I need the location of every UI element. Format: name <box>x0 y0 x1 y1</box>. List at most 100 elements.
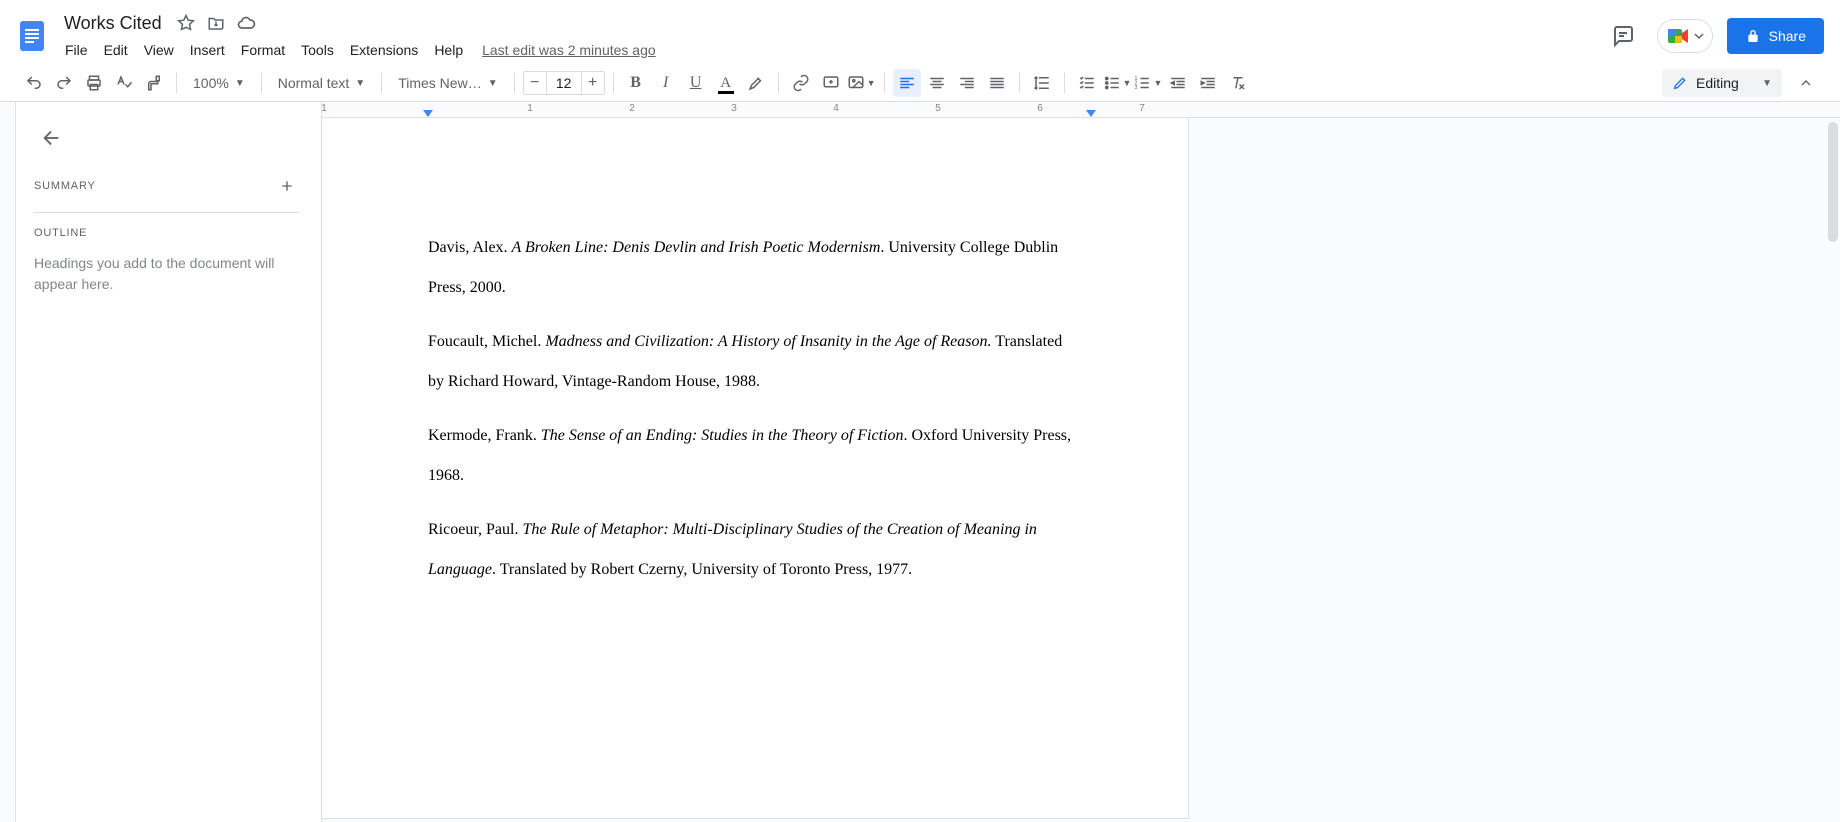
italic-button[interactable]: I <box>652 69 680 97</box>
redo-button[interactable] <box>50 69 78 97</box>
paragraph-style-value: Normal text <box>278 75 350 91</box>
indent-marker-right[interactable] <box>1086 110 1096 117</box>
svg-text:3: 3 <box>1135 85 1138 91</box>
arrow-left-icon <box>41 127 63 149</box>
menu-view[interactable]: View <box>137 38 181 62</box>
move-icon[interactable] <box>204 11 228 35</box>
summary-label: SUMMARY <box>34 180 96 192</box>
spellcheck-button[interactable] <box>110 69 138 97</box>
citation-author: Kermode, Frank. <box>428 427 541 444</box>
ruler-number: 4 <box>833 103 839 114</box>
menu-format[interactable]: Format <box>234 38 292 62</box>
comments-icon[interactable] <box>1603 16 1643 56</box>
document-page[interactable]: Davis, Alex. A Broken Line: Denis Devlin… <box>322 118 1188 818</box>
checklist-button[interactable] <box>1073 69 1101 97</box>
collapse-toolbar-button[interactable] <box>1792 69 1820 97</box>
align-justify-button[interactable] <box>983 69 1011 97</box>
underline-button[interactable]: U <box>682 69 710 97</box>
star-icon[interactable] <box>174 11 198 35</box>
align-center-button[interactable] <box>923 69 951 97</box>
citation-author: Foucault, Michel. <box>428 333 545 350</box>
menu-extensions[interactable]: Extensions <box>343 38 425 62</box>
menu-file[interactable]: File <box>58 38 95 62</box>
citation-entry[interactable]: Foucault, Michel. Madness and Civilizati… <box>428 322 1082 402</box>
undo-button[interactable] <box>20 69 48 97</box>
zoom-dropdown[interactable]: 100%▼ <box>185 69 253 97</box>
bulleted-list-button[interactable]: ▼ <box>1103 69 1132 97</box>
font-size-group: − + <box>523 71 605 95</box>
decrease-indent-button[interactable] <box>1164 69 1192 97</box>
outline-label: OUTLINE <box>34 227 299 239</box>
canvas[interactable]: 1 1 2 3 4 5 6 7 Davis, Alex. A Broken Line: Den… <box>322 102 1840 822</box>
vertical-ruler[interactable] <box>0 102 16 822</box>
insert-link-button[interactable] <box>787 69 815 97</box>
ruler-number: 7 <box>1139 103 1145 114</box>
ruler-number: 5 <box>935 103 941 114</box>
align-right-button[interactable] <box>953 69 981 97</box>
title-block: Works Cited File Edit View Insert Format… <box>58 11 656 62</box>
citation-title: Madness and Civilization: A History of I… <box>545 333 991 350</box>
ruler-number: 1 <box>322 103 327 114</box>
citation-entry[interactable]: Davis, Alex. A Broken Line: Denis Devlin… <box>428 228 1082 308</box>
citation-publication: . Translated by Robert Czerny, Universit… <box>492 561 912 578</box>
horizontal-ruler[interactable]: 1 1 2 3 4 5 6 7 <box>322 102 1840 118</box>
clear-formatting-button[interactable] <box>1224 69 1252 97</box>
last-edit-link[interactable]: Last edit was 2 minutes ago <box>482 42 656 58</box>
summary-heading: SUMMARY <box>34 164 299 208</box>
mode-dropdown[interactable]: Editing ▼ <box>1662 69 1782 97</box>
menu-help[interactable]: Help <box>427 38 470 62</box>
meet-icon <box>1666 24 1690 48</box>
menubar: File Edit View Insert Format Tools Exten… <box>58 38 656 62</box>
cloud-status-icon[interactable] <box>234 11 258 35</box>
pencil-icon <box>1672 75 1688 91</box>
mode-label: Editing <box>1696 75 1739 91</box>
font-family-dropdown[interactable]: Times New…▼ <box>390 69 505 97</box>
scrollbar-thumb[interactable] <box>1828 122 1838 242</box>
plus-icon <box>279 178 295 194</box>
outline-panel: SUMMARY OUTLINE Headings you add to the … <box>16 102 322 822</box>
font-size-input[interactable] <box>547 71 581 95</box>
font-family-value: Times New… <box>398 75 482 91</box>
align-left-button[interactable] <box>893 69 921 97</box>
font-size-decrease-button[interactable]: − <box>523 71 547 95</box>
menu-insert[interactable]: Insert <box>183 38 232 62</box>
menu-tools[interactable]: Tools <box>294 38 341 62</box>
docs-logo[interactable] <box>12 16 52 56</box>
ruler-number: 3 <box>731 103 737 114</box>
document-title[interactable]: Works Cited <box>58 11 168 36</box>
menu-edit[interactable]: Edit <box>97 38 135 62</box>
header-right-actions: Share <box>1603 16 1824 56</box>
highlight-button[interactable] <box>742 69 770 97</box>
numbered-list-button[interactable]: 123▼ <box>1133 69 1162 97</box>
line-spacing-button[interactable] <box>1028 69 1056 97</box>
meet-button[interactable] <box>1657 19 1713 53</box>
citation-entry[interactable]: Kermode, Frank. The Sense of an Ending: … <box>428 416 1082 496</box>
text-color-button[interactable]: A <box>712 69 740 97</box>
add-summary-button[interactable] <box>275 174 299 198</box>
citation-author: Ricoeur, Paul. <box>428 521 522 538</box>
ruler-number: 2 <box>629 103 635 114</box>
toolbar: 100%▼ Normal text▼ Times New…▼ − + B I U… <box>0 64 1840 102</box>
print-button[interactable] <box>80 69 108 97</box>
citation-entry[interactable]: Ricoeur, Paul. The Rule of Metaphor: Mul… <box>428 510 1082 590</box>
paragraph-style-dropdown[interactable]: Normal text▼ <box>270 69 373 97</box>
indent-marker-left[interactable] <box>423 110 433 117</box>
insert-image-button[interactable]: ▼ <box>847 69 876 97</box>
outline-divider <box>34 212 299 213</box>
share-label: Share <box>1769 28 1806 44</box>
chevron-down-icon <box>1694 31 1704 41</box>
ruler-number: 6 <box>1037 103 1043 114</box>
workspace: SUMMARY OUTLINE Headings you add to the … <box>0 102 1840 822</box>
outline-close-button[interactable] <box>34 120 70 156</box>
ruler-number: 1 <box>527 103 533 114</box>
outline-empty-text: Headings you add to the document will ap… <box>34 253 299 295</box>
add-comment-button[interactable] <box>817 69 845 97</box>
increase-indent-button[interactable] <box>1194 69 1222 97</box>
font-size-increase-button[interactable]: + <box>581 71 605 95</box>
share-button[interactable]: Share <box>1727 18 1824 54</box>
page-content[interactable]: Davis, Alex. A Broken Line: Denis Devlin… <box>322 118 1188 664</box>
citation-title: A Broken Line: Denis Devlin and Irish Po… <box>512 239 881 256</box>
bold-button[interactable]: B <box>622 69 650 97</box>
paint-format-button[interactable] <box>140 69 168 97</box>
citation-title: The Sense of an Ending: Studies in the T… <box>541 427 904 444</box>
